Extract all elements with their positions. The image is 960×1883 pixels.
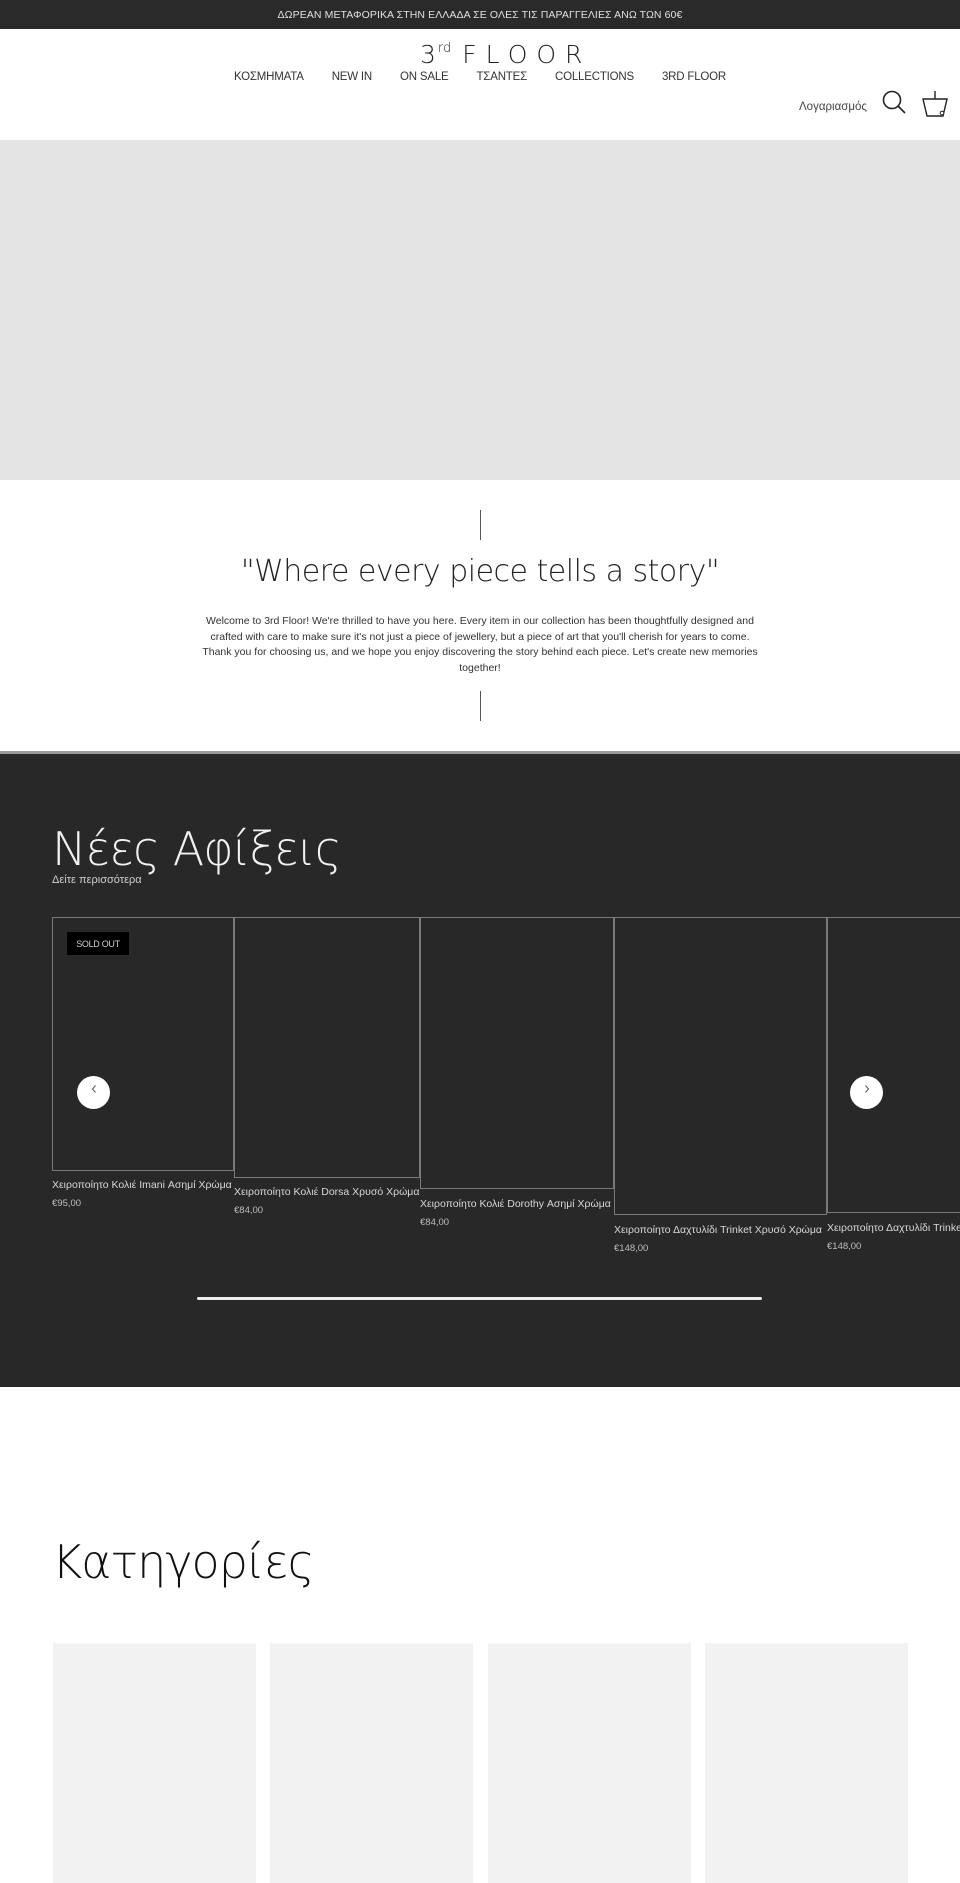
- story-section: "Where every piece tells a story" Welcom…: [0, 480, 960, 751]
- logo-word: FLOOR: [462, 40, 592, 69]
- product-image[interactable]: [234, 917, 420, 1178]
- story-body: Welcome to 3rd Floor! We're thrilled to …: [202, 615, 758, 674]
- product-price: €148,00: [827, 1241, 862, 1252]
- cart-icon[interactable]: [920, 89, 950, 119]
- category-tile[interactable]: [488, 1643, 691, 1883]
- product-image[interactable]: [420, 917, 614, 1189]
- category-tile[interactable]: [270, 1643, 473, 1883]
- carousel-scrollbar[interactable]: [197, 1297, 762, 1300]
- chevron-right-icon: [864, 1085, 869, 1093]
- product-name[interactable]: Χειροποίητο Κολιέ Dorsa Χρυσό Χρώμα: [234, 1186, 419, 1198]
- main-nav: ΚΟΣΜΗΜΑΤΑ NEW IN ON SALE ΤΣΑΝΤΕΣ COLLECT…: [0, 71, 960, 83]
- story-heading: "Where every piece tells a story": [240, 554, 720, 589]
- product-image[interactable]: SOLD OUT: [52, 917, 234, 1171]
- product-price: €84,00: [420, 1217, 450, 1228]
- product-image[interactable]: [827, 917, 960, 1213]
- carousel-next-button[interactable]: [850, 1076, 883, 1109]
- nav-item-collections[interactable]: COLLECTIONS: [555, 71, 634, 83]
- categories-heading: Κατηγορίες: [52, 1535, 315, 1589]
- new-arrivals-section: Νέες Αφίξεις Δείτε περισσότερα SOLD OUT …: [0, 751, 960, 1387]
- nav-item-on-sale[interactable]: ON SALE: [400, 71, 449, 83]
- announcement-bar: ΔΩΡΕΑΝ ΜΕΤΑΦΟΡΙΚΑ ΣΤΗΝ ΕΛΛΑΔΑ ΣΕ ΟΛΕΣ ΤΙ…: [0, 0, 960, 29]
- divider-line: [480, 510, 481, 540]
- hero-banner[interactable]: [0, 140, 960, 480]
- product-name[interactable]: Χειροποίητο Κολιέ Dorothy Ασημί Χρώμα: [420, 1198, 611, 1210]
- nav-item-jewellery[interactable]: ΚΟΣΜΗΜΑΤΑ: [234, 71, 304, 83]
- nav-item-bags[interactable]: ΤΣΑΝΤΕΣ: [476, 71, 527, 83]
- new-arrivals-heading: Νέες Αφίξεις: [52, 822, 342, 876]
- see-more-link[interactable]: Δείτε περισσότερα: [52, 874, 142, 886]
- site-header: 3 rd FLOOR ΚΟΣΜΗΜΑΤΑ NEW IN ON SALE ΤΣΑΝ…: [0, 29, 960, 139]
- product-image[interactable]: [614, 917, 827, 1215]
- account-link[interactable]: Λογαριασμός: [799, 101, 867, 113]
- search-icon[interactable]: [881, 89, 907, 115]
- carousel-prev-button[interactable]: [77, 1076, 110, 1109]
- logo-number: 3: [420, 40, 436, 69]
- category-tile[interactable]: [53, 1643, 256, 1883]
- announcement-text: ΔΩΡΕΑΝ ΜΕΤΑΦΟΡΙΚΑ ΣΤΗΝ ΕΛΛΑΔΑ ΣΕ ΟΛΕΣ ΤΙ…: [277, 8, 683, 21]
- product-price: €95,00: [52, 1198, 82, 1209]
- product-price: €84,00: [234, 1205, 264, 1216]
- nav-item-3rd-floor[interactable]: 3RD FLOOR: [662, 71, 726, 83]
- product-name[interactable]: Χειροποίητο Δαχτυλίδι Trinket Χρυσό Χρώμ…: [614, 1224, 822, 1236]
- category-tile[interactable]: [705, 1643, 908, 1883]
- logo[interactable]: 3 rd FLOOR: [420, 40, 591, 69]
- chevron-left-icon: [91, 1085, 96, 1093]
- sold-out-badge: SOLD OUT: [67, 932, 129, 955]
- product-name[interactable]: Χειροποίητο Δαχτυλίδι Trinket Ασημί Χρώμ…: [827, 1222, 960, 1234]
- logo-suffix: rd: [437, 41, 452, 56]
- divider-line: [480, 691, 481, 721]
- product-name[interactable]: Χειροποίητο Κολιέ Imani Ασημί Χρώμα: [52, 1179, 232, 1191]
- nav-item-new-in[interactable]: NEW IN: [332, 71, 373, 83]
- product-price: €148,00: [614, 1243, 649, 1254]
